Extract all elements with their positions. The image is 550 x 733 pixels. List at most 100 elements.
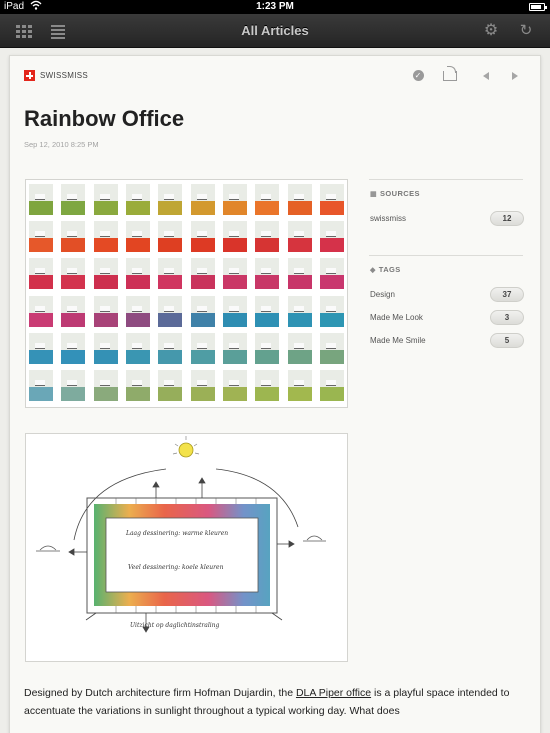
photo-row xyxy=(29,369,344,401)
article-body: Designed by Dutch architecture firm Hofm… xyxy=(24,684,544,720)
source-item-count: 12 xyxy=(490,211,524,226)
photo-row xyxy=(29,332,344,364)
sources-heading-label: SOURCES xyxy=(380,189,420,198)
photo-thumbnail xyxy=(287,369,312,401)
photo-thumbnail xyxy=(190,221,215,253)
clock: 1:23 PM xyxy=(256,1,294,12)
tag-item-count: 3 xyxy=(490,310,524,325)
sketch-text-1: Laag dessinering: warme kleuren xyxy=(125,530,228,537)
photo-thumbnail xyxy=(287,258,312,290)
photo-thumbnail xyxy=(255,221,280,253)
tags-heading-label: TAGS xyxy=(378,265,401,274)
prev-icon[interactable] xyxy=(478,68,494,84)
article-body-link[interactable]: DLA Piper office xyxy=(296,687,371,699)
photo-thumbnail xyxy=(158,258,183,290)
photo-row xyxy=(29,221,344,253)
source-item[interactable]: swissmiss 12 xyxy=(369,208,524,231)
photo-thumbnail xyxy=(61,221,86,253)
check-icon[interactable]: ✓ xyxy=(410,68,426,84)
tag-item-made-me-look[interactable]: Made Me Look 3 xyxy=(369,307,524,330)
source-label: SWISSMISS xyxy=(40,71,89,80)
photo-thumbnail xyxy=(287,295,312,327)
photo-thumbnail xyxy=(61,295,86,327)
photo-thumbnail xyxy=(319,295,344,327)
photo-thumbnail xyxy=(190,295,215,327)
divider xyxy=(369,179,523,180)
photo-thumbnail xyxy=(319,369,344,401)
tag-item-label: Made Me Look xyxy=(370,313,423,322)
tag-item-made-me-smile[interactable]: Made Me Smile 5 xyxy=(369,330,524,353)
photo-thumbnail xyxy=(61,184,86,215)
photo-thumbnail xyxy=(190,332,215,364)
divider xyxy=(369,255,523,256)
photo-grid-image[interactable] xyxy=(25,179,348,408)
photo-thumbnail xyxy=(61,258,86,290)
photo-thumbnail xyxy=(61,369,86,401)
photo-thumbnail xyxy=(29,184,53,215)
tags-section: ◆ TAGS Design 37 Made Me Look 3 Made Me S… xyxy=(369,255,524,353)
photo-thumbnail xyxy=(29,295,53,327)
tag-item-count: 5 xyxy=(490,333,524,348)
photo-thumbnail xyxy=(222,332,247,364)
photo-thumbnail xyxy=(158,369,183,401)
photo-thumbnail xyxy=(29,369,53,401)
photo-thumbnail xyxy=(222,295,247,327)
swiss-flag-icon xyxy=(24,70,35,81)
battery-icon xyxy=(529,3,547,11)
photo-row xyxy=(29,184,344,215)
photo-thumbnail xyxy=(125,184,150,215)
photo-thumbnail xyxy=(158,221,183,253)
photo-thumbnail xyxy=(319,258,344,290)
photo-thumbnail xyxy=(287,184,312,215)
photo-thumbnail xyxy=(125,332,150,364)
photo-thumbnail xyxy=(319,221,344,253)
navbar: All Articles ⚙ ↻ xyxy=(0,14,550,48)
next-icon[interactable] xyxy=(507,68,523,84)
photo-thumbnail xyxy=(158,332,183,364)
photo-thumbnail xyxy=(29,221,53,253)
photo-thumbnail xyxy=(93,221,118,253)
share-icon[interactable] xyxy=(442,66,458,84)
document-icon: ▦ xyxy=(370,191,378,198)
photo-thumbnail xyxy=(93,295,118,327)
photo-thumbnail xyxy=(255,258,280,290)
photo-thumbnail xyxy=(222,221,247,253)
sources-heading: ▦ SOURCES xyxy=(370,189,523,198)
tags-heading: ◆ TAGS xyxy=(370,265,523,274)
article-card: SWISSMISS ✓ Rainbow Office Sep 12, 2010 … xyxy=(9,55,541,733)
photo-thumbnail xyxy=(287,332,312,364)
photo-thumbnail xyxy=(93,184,118,215)
tag-icon: ◆ xyxy=(370,267,376,274)
gear-icon[interactable]: ⚙ xyxy=(481,21,501,41)
article-date: Sep 12, 2010 8:25 PM xyxy=(24,140,99,149)
photo-thumbnail xyxy=(255,295,280,327)
photo-thumbnail xyxy=(190,369,215,401)
tag-item-count: 37 xyxy=(490,287,524,302)
photo-thumbnail xyxy=(255,332,280,364)
photo-thumbnail xyxy=(190,258,215,290)
photo-thumbnail xyxy=(287,221,312,253)
photo-thumbnail xyxy=(125,221,150,253)
photo-row xyxy=(29,295,344,327)
tag-item-design[interactable]: Design 37 xyxy=(369,284,524,307)
article-title: Rainbow Office xyxy=(24,106,185,131)
status-bar: iPad 1:23 PM xyxy=(0,0,550,14)
photo-row xyxy=(29,258,344,290)
floor-plan-sketch-image[interactable]: Laag dessinering: warme kleuren Veel des… xyxy=(25,433,348,662)
sketch-text-2: Veel dessinering: koele kleuren xyxy=(128,564,224,571)
article-body-intro: Designed by Dutch architecture firm Hofm… xyxy=(24,687,296,699)
nav-title: All Articles xyxy=(241,23,309,38)
photo-thumbnail xyxy=(222,184,247,215)
tag-item-label: Made Me Smile xyxy=(370,336,426,345)
photo-thumbnail xyxy=(29,258,53,290)
photo-thumbnail xyxy=(125,295,150,327)
photo-thumbnail xyxy=(93,332,118,364)
refresh-icon[interactable]: ↻ xyxy=(516,21,536,41)
photo-thumbnail xyxy=(125,258,150,290)
photo-thumbnail xyxy=(255,369,280,401)
photo-thumbnail xyxy=(222,369,247,401)
photo-thumbnail xyxy=(61,332,86,364)
source-item-label: swissmiss xyxy=(370,214,406,223)
photo-thumbnail xyxy=(158,184,183,215)
sketch-text-3: Uitzicht op daglichtinstraling xyxy=(130,622,220,629)
